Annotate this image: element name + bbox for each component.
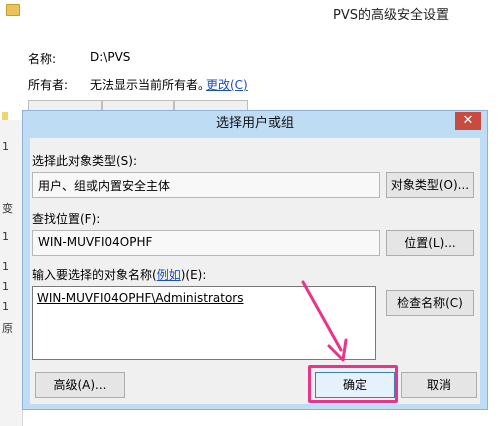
select-user-dialog: 选择用户或组 ✕ 选择此对象类型(S): 用户、组或内置安全主体 对象类型(O)…: [22, 110, 488, 410]
name-value: D:\PVS: [90, 50, 131, 64]
change-owner-link[interactable]: 更改(C): [206, 76, 248, 93]
background-titlebar: PVS的高级安全设置: [0, 0, 500, 30]
check-names-button[interactable]: 检查名称(C): [386, 290, 474, 316]
location-field: WIN-MUVFI04OPHF: [32, 230, 380, 256]
object-names-label-prefix: 输入要选择的对象名称(: [32, 268, 157, 282]
background-left-panel: 1 变 1 1 1 1 原: [0, 120, 23, 426]
owner-value: 无法显示当前所有者。: [90, 78, 211, 92]
owner-label: 所有者:: [28, 78, 69, 92]
left-strip-text: 原: [2, 322, 13, 335]
left-strip-text: 变: [2, 202, 13, 215]
location-label: 查找位置(F):: [32, 212, 101, 226]
folder-icon: [6, 4, 20, 16]
dialog-body: 选择此对象类型(S): 用户、组或内置安全主体 对象类型(O)... 查找位置(…: [30, 138, 480, 404]
object-names-input[interactable]: WIN-MUVFI04OPHF\Administrators: [32, 286, 376, 360]
advanced-button[interactable]: 高级(A)...: [35, 372, 125, 398]
close-icon[interactable]: ✕: [455, 112, 481, 130]
object-names-label-suffix: )(E):: [180, 268, 207, 282]
object-types-button[interactable]: 对象类型(O)...: [386, 172, 474, 198]
left-strip-text: 1: [2, 300, 9, 313]
left-strip-text: 1: [2, 140, 9, 153]
object-type-field: 用户、组或内置安全主体: [32, 172, 380, 198]
left-strip-text: 1: [2, 280, 9, 293]
object-names-label: 输入要选择的对象名称(例如)(E):: [32, 266, 206, 283]
left-strip-text: 1: [2, 260, 9, 273]
left-strip-text: 1: [2, 230, 9, 243]
object-names-value: WIN-MUVFI04OPHF\Administrators: [37, 291, 244, 305]
locations-button[interactable]: 位置(L)...: [386, 230, 474, 256]
dialog-title: 选择用户或组: [215, 116, 294, 131]
object-type-label: 选择此对象类型(S):: [32, 154, 138, 168]
examples-link[interactable]: 例如: [157, 268, 181, 282]
cancel-button[interactable]: 取消: [401, 372, 477, 398]
ok-button-highlight: [308, 365, 398, 403]
background-window-title: PVS的高级安全设置: [333, 8, 449, 23]
name-label: 名称:: [28, 52, 57, 66]
